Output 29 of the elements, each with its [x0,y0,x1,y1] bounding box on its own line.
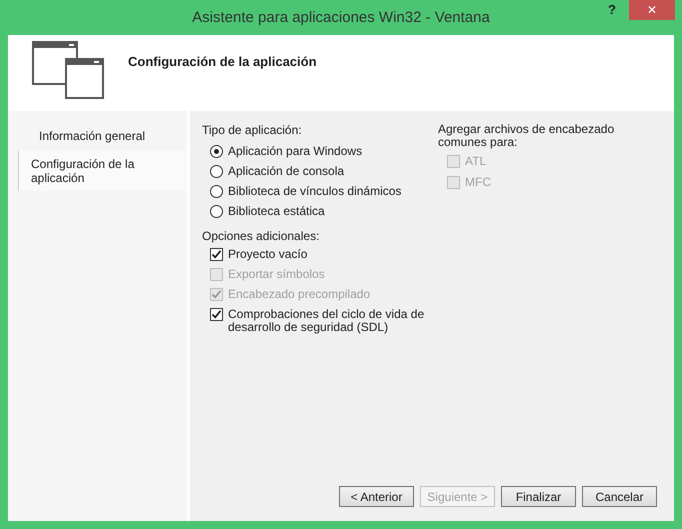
checkbox[interactable] [210,248,223,261]
sidebar-item[interactable]: Información general [18,123,187,149]
wizard-button[interactable]: Cancelar [582,486,657,507]
close-button[interactable]: ✕ [629,0,675,20]
page-heading: Configuración de la aplicación [128,54,317,68]
sidebar-item[interactable]: Configuración de la aplicación [18,151,187,191]
option-label: Exportar símbolos [228,268,325,281]
radio-button[interactable] [210,145,223,158]
wizard-button[interactable]: < Anterior [339,486,414,507]
window-title: Asistente para aplicaciones Win32 - Ventana [192,9,490,26]
option-label: Biblioteca de vínculos dinámicos [228,185,402,198]
radio-button[interactable] [210,185,223,198]
group-label: Agregar archivos de encabezado comunes para: [438,123,616,149]
option-label: Comprobaciones del ciclo de vida de desarrollo de seguridad (SDL) [228,308,426,334]
option-label: Proyecto vacío [228,248,308,261]
option-label: MFC [465,176,491,189]
option-label: ATL [465,155,486,168]
option-label: Aplicación para Windows [228,145,362,158]
checkbox[interactable] [210,308,223,321]
windows-icon [32,41,104,99]
group-label: Tipo de aplicación: [202,123,303,137]
group-label: Opciones adicionales: [202,229,320,243]
radio-button[interactable] [210,205,223,218]
wizard-button[interactable]: Finalizar [501,486,576,507]
option-label: Aplicación de consola [228,165,344,178]
option-label: Biblioteca estática [228,205,325,218]
radio-button[interactable] [210,165,223,178]
option-label: Encabezado precompilado [228,288,370,301]
help-button[interactable]: ? [602,0,622,19]
